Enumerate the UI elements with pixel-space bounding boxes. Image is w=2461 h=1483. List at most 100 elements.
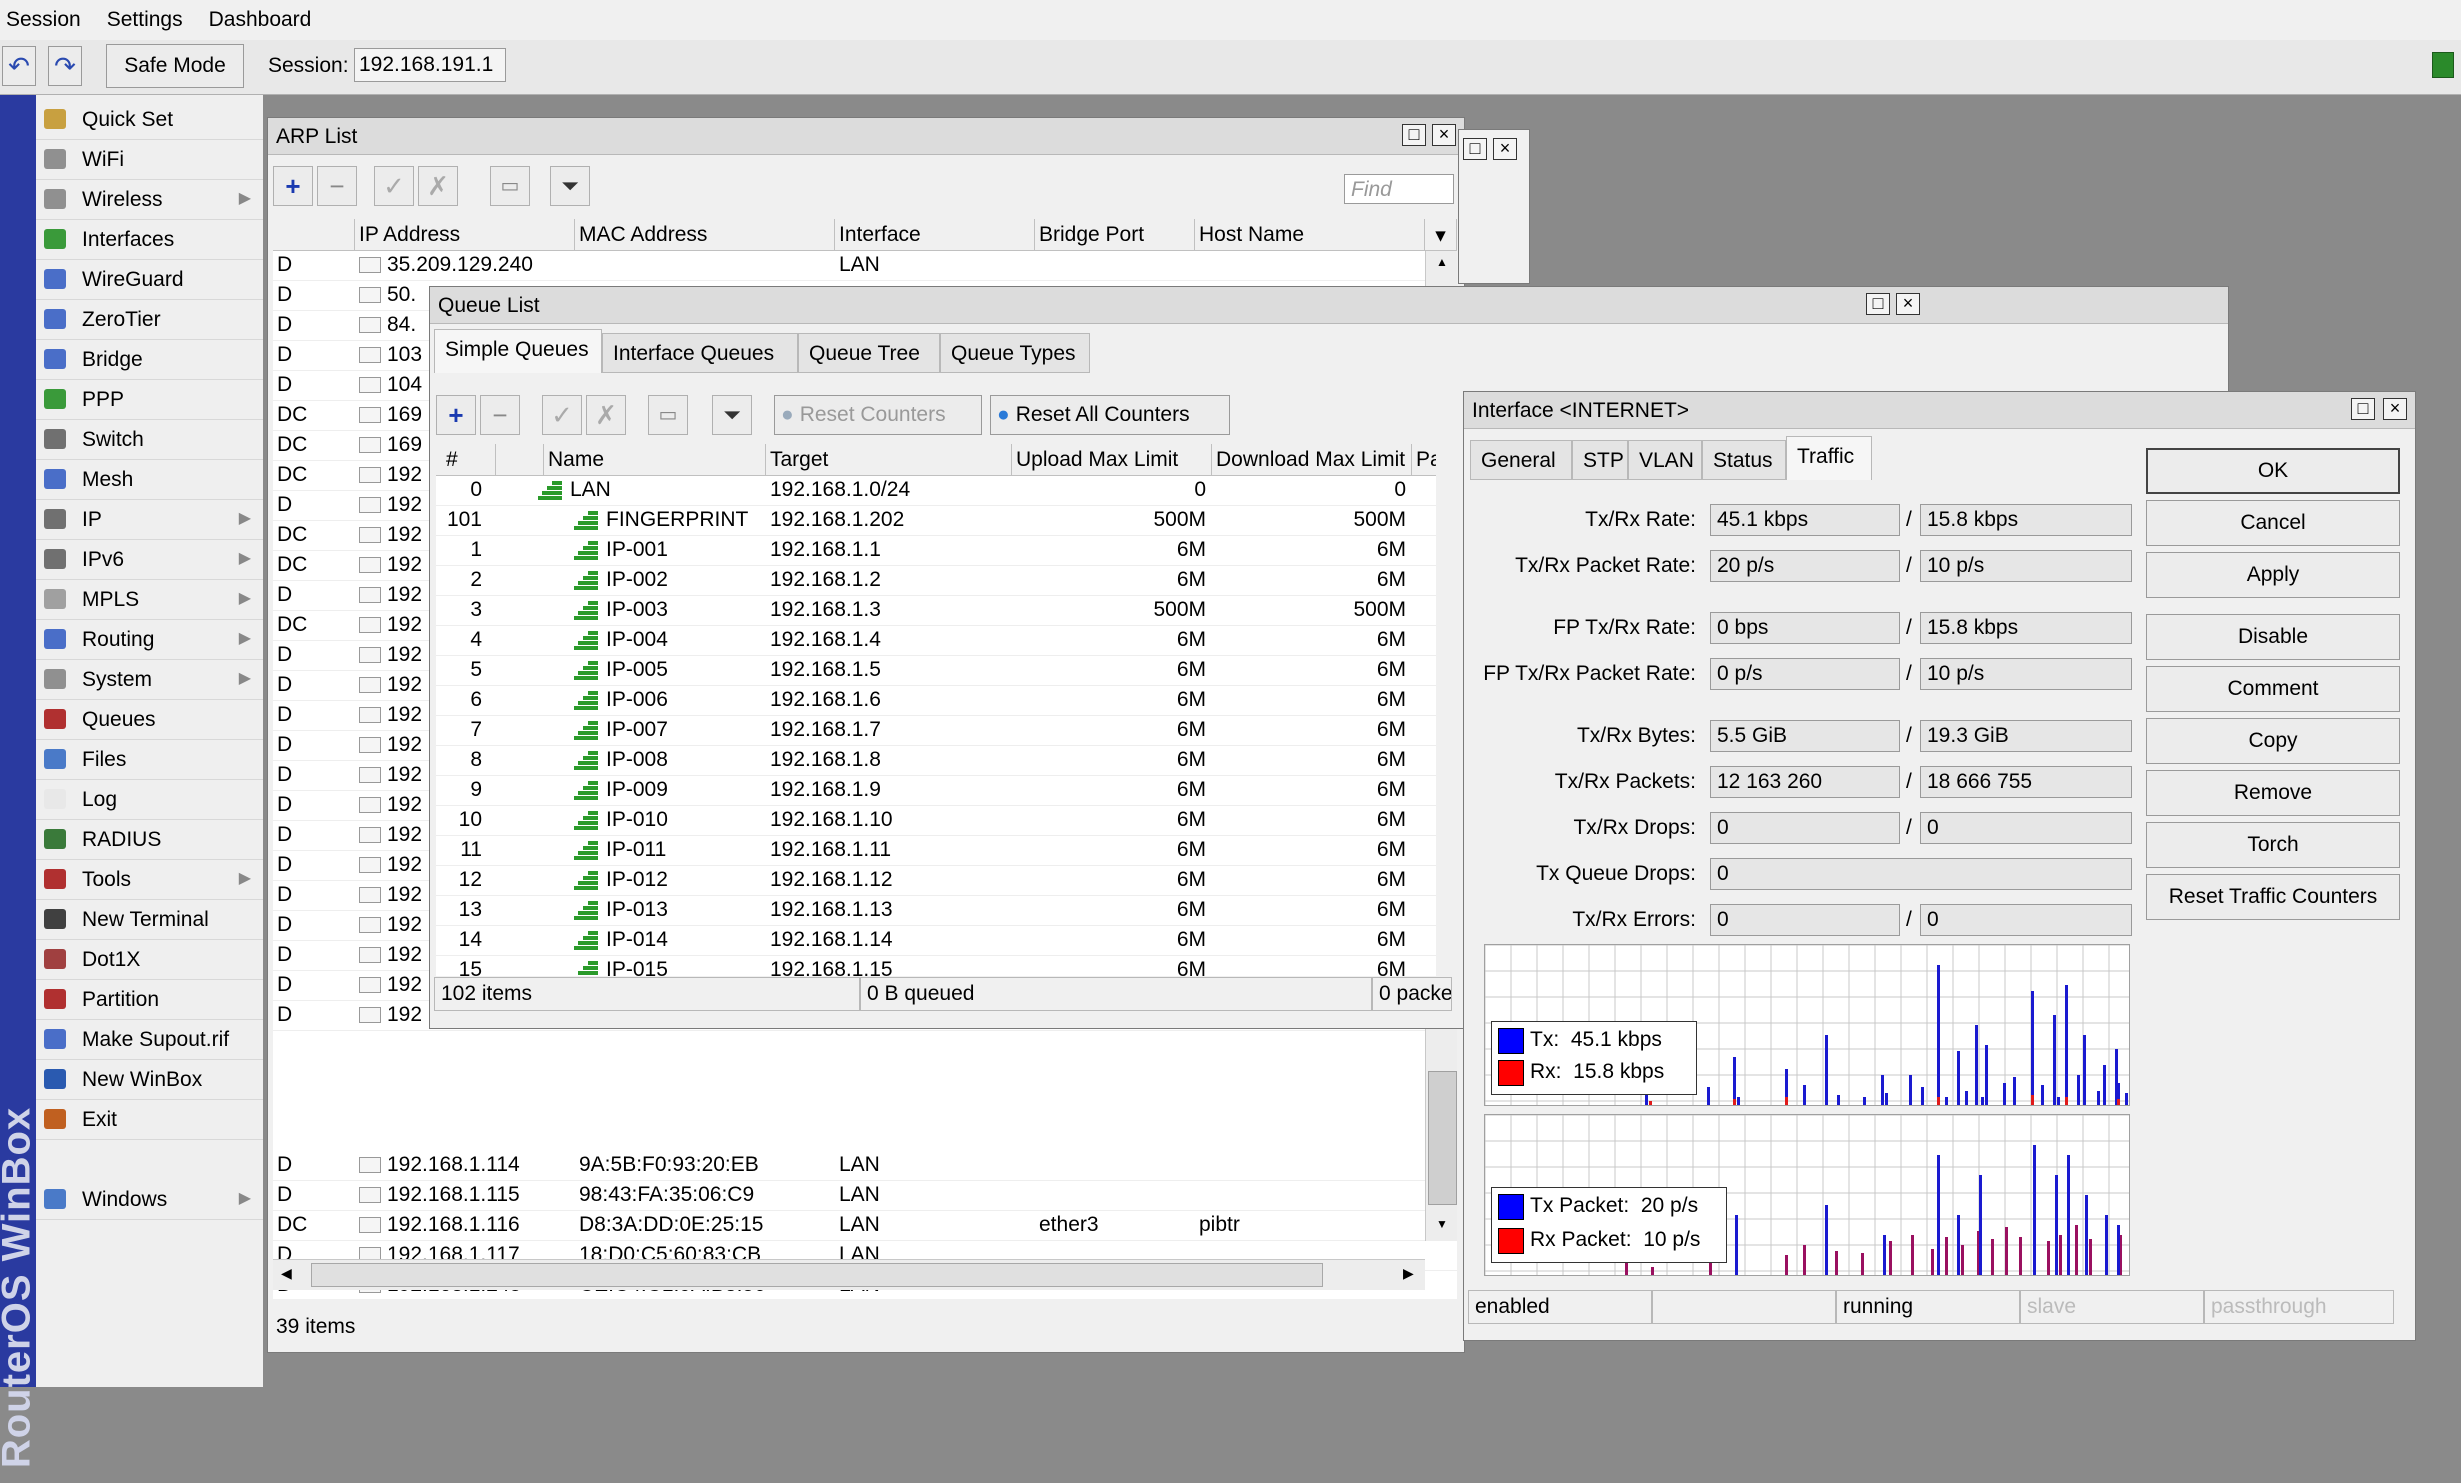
table-row[interactable]: D 35.209.129.240 LAN <box>273 251 1457 281</box>
field-value-tx[interactable]: 0 bps <box>1710 612 1900 644</box>
queue-row[interactable]: 11 IP-011 192.168.1.11 6M 6M <box>436 836 1436 866</box>
sidebar-item-radius[interactable]: RADIUS <box>36 820 263 860</box>
sidebar-item-interfaces[interactable]: Interfaces <box>36 220 263 260</box>
field-value-rx[interactable]: 18 666 755 <box>1920 766 2132 798</box>
maximize-icon[interactable]: □ <box>1402 124 1426 146</box>
comment-icon[interactable]: ▭ <box>648 395 688 435</box>
tab-stp[interactable]: STP <box>1572 440 1628 480</box>
sidebar-item-ppp[interactable]: PPP <box>36 380 263 420</box>
enable-icon[interactable]: ✓ <box>542 395 582 435</box>
queue-row[interactable]: 6 IP-006 192.168.1.6 6M 6M <box>436 686 1436 716</box>
sidebar-item-ip[interactable]: IP ▶ <box>36 500 263 540</box>
queue-row[interactable]: 12 IP-012 192.168.1.12 6M 6M <box>436 866 1436 896</box>
disable-icon[interactable]: ✗ <box>418 166 458 206</box>
field-value-rx[interactable]: 0 <box>1920 812 2132 844</box>
sidebar-item-wireguard[interactable]: WireGuard <box>36 260 263 300</box>
queue-row[interactable]: 15 IP-015 192.168.1.15 6M 6M <box>436 956 1436 976</box>
sidebar-item-make-supout-rif[interactable]: Make Supout.rif <box>36 1020 263 1060</box>
queue-row[interactable]: 10 IP-010 192.168.1.10 6M 6M <box>436 806 1436 836</box>
sidebar-item-wifi[interactable]: WiFi <box>36 140 263 180</box>
sidebar-item-queues[interactable]: Queues <box>36 700 263 740</box>
arp-header-bridge-port[interactable]: Bridge Port <box>1035 219 1195 251</box>
remove-button[interactable]: Remove <box>2146 770 2400 816</box>
queue-row[interactable]: 13 IP-013 192.168.1.13 6M 6M <box>436 896 1436 926</box>
queue-row[interactable]: 1 IP-001 192.168.1.1 6M 6M <box>436 536 1436 566</box>
close-icon[interactable]: × <box>1493 138 1517 160</box>
field-value-rx[interactable]: 10 p/s <box>1920 658 2132 690</box>
queue-header-upload-max[interactable]: Upload Max Limit <box>1012 444 1212 476</box>
sidebar-item-mpls[interactable]: MPLS ▶ <box>36 580 263 620</box>
queue-row[interactable]: 101 FINGERPRINT 192.168.1.202 500M 500M <box>436 506 1436 536</box>
redo-icon[interactable]: ↷ <box>48 46 82 86</box>
add-icon[interactable]: + <box>436 395 476 435</box>
sidebar-item-mesh[interactable]: Mesh <box>36 460 263 500</box>
tab-vlan[interactable]: VLAN <box>1628 440 1702 480</box>
queue-row[interactable]: 8 IP-008 192.168.1.8 6M 6M <box>436 746 1436 776</box>
tab-simple-queues[interactable]: Simple Queues <box>434 329 602 373</box>
sidebar-item-files[interactable]: Files <box>36 740 263 780</box>
menu-settings[interactable]: Settings <box>101 0 189 40</box>
field-value-tx[interactable]: 45.1 kbps <box>1710 504 1900 536</box>
queue-row[interactable]: 4 IP-004 192.168.1.4 6M 6M <box>436 626 1436 656</box>
tab-interface-queues[interactable]: Interface Queues <box>602 333 798 373</box>
maximize-icon[interactable]: □ <box>2351 398 2375 420</box>
copy-button[interactable]: Copy <box>2146 718 2400 764</box>
table-row[interactable]: D 192.168.1.115 98:43:FA:35:06:C9 LAN <box>273 1181 1457 1211</box>
session-field[interactable]: 192.168.191.1 <box>354 48 506 82</box>
arp-header-host-name[interactable]: Host Name <box>1195 219 1425 251</box>
queue-row[interactable]: 0 LAN 192.168.1.0/24 0 0 <box>436 476 1436 506</box>
comment-icon[interactable]: ▭ <box>490 166 530 206</box>
scroll-left-icon[interactable]: ◀ <box>281 1265 292 1282</box>
menu-session[interactable]: Session <box>0 0 87 40</box>
field-value-tx[interactable]: 0 p/s <box>1710 658 1900 690</box>
undo-icon[interactable]: ↶ <box>2 46 36 86</box>
field-value[interactable]: 0 <box>1710 858 2132 890</box>
field-value-rx[interactable]: 10 p/s <box>1920 550 2132 582</box>
filter-icon[interactable]: ⏷ <box>712 395 752 435</box>
field-value-tx[interactable]: 20 p/s <box>1710 550 1900 582</box>
tab-queue-types[interactable]: Queue Types <box>940 333 1090 373</box>
table-row[interactable]: D 192.168.1.114 9A:5B:F0:93:20:EB LAN <box>273 1151 1457 1181</box>
tab-status[interactable]: Status <box>1702 440 1786 480</box>
close-icon[interactable]: × <box>1432 124 1456 146</box>
queue-header-packet[interactable]: Packet <box>1412 444 1436 476</box>
scroll-down-icon[interactable]: ▼ <box>1436 1217 1448 1231</box>
field-value-tx[interactable]: 0 <box>1710 812 1900 844</box>
sidebar-item-switch[interactable]: Switch <box>36 420 263 460</box>
sidebar-item-windows[interactable]: Windows ▶ <box>36 1180 263 1220</box>
arp-vscroll-thumb[interactable] <box>1428 1071 1457 1205</box>
tab-traffic[interactable]: Traffic <box>1786 436 1872 480</box>
apply-button[interactable]: Apply <box>2146 552 2400 598</box>
sidebar-item-quick-set[interactable]: Quick Set <box>36 100 263 140</box>
field-value-tx[interactable]: 5.5 GiB <box>1710 720 1900 752</box>
sidebar-item-system[interactable]: System ▶ <box>36 660 263 700</box>
table-row[interactable]: DC 192.168.1.116 D8:3A:DD:0E:25:15 LAN ether… <box>273 1211 1457 1241</box>
queue-row[interactable]: 5 IP-005 192.168.1.5 6M 6M <box>436 656 1436 686</box>
disable-icon[interactable]: ✗ <box>586 395 626 435</box>
queue-header-name[interactable]: Name <box>544 444 766 476</box>
arp-header-interface[interactable]: Interface <box>835 219 1035 251</box>
field-value-rx[interactable]: 0 <box>1920 904 2132 936</box>
field-value-tx[interactable]: 12 163 260 <box>1710 766 1900 798</box>
queue-title-bar[interactable]: Queue List □ × <box>430 287 2228 324</box>
close-icon[interactable]: × <box>1896 293 1920 315</box>
tab-queue-tree[interactable]: Queue Tree <box>798 333 940 373</box>
sidebar-item-dot1x[interactable]: Dot1X <box>36 940 263 980</box>
disable-button[interactable]: Disable <box>2146 614 2400 660</box>
field-value-rx[interactable]: 15.8 kbps <box>1920 504 2132 536</box>
queue-row[interactable]: 3 IP-003 192.168.1.3 500M 500M <box>436 596 1436 626</box>
sidebar-item-exit[interactable]: Exit <box>36 1100 263 1140</box>
field-value-rx[interactable]: 15.8 kbps <box>1920 612 2132 644</box>
arp-hscroll-thumb[interactable] <box>311 1263 1323 1287</box>
maximize-icon[interactable]: □ <box>1866 293 1890 315</box>
filter-icon[interactable]: ⏷ <box>550 166 590 206</box>
torch-button[interactable]: Torch <box>2146 822 2400 868</box>
maximize-icon[interactable]: □ <box>1463 138 1487 160</box>
arp-title-bar[interactable]: ARP List □ × <box>268 118 1464 155</box>
interface-title-bar[interactable]: Interface <INTERNET> □ × <box>1464 392 2415 429</box>
reset-traffic-counters-button[interactable]: Reset Traffic Counters <box>2146 874 2400 920</box>
field-value-tx[interactable]: 0 <box>1710 904 1900 936</box>
queue-header-target[interactable]: Target <box>766 444 1012 476</box>
arp-hscrollbar[interactable]: ◀ ▶ <box>273 1259 1425 1290</box>
arp-header-mac[interactable]: MAC Address <box>575 219 835 251</box>
